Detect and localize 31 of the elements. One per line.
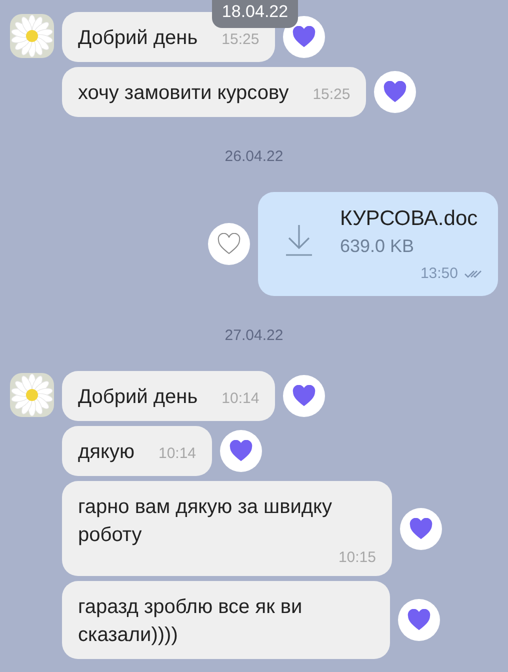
like-button[interactable]	[400, 508, 442, 550]
message-time: 13:50	[420, 265, 458, 282]
heart-icon	[407, 609, 431, 631]
message-time: 10:14	[222, 390, 260, 407]
heart-icon	[217, 233, 241, 255]
like-button[interactable]	[398, 599, 440, 641]
message-time: 15:25	[222, 31, 260, 48]
download-icon[interactable]	[284, 223, 314, 257]
message-time: 10:14	[158, 445, 196, 462]
message-time: 15:25	[312, 86, 350, 103]
like-button[interactable]	[283, 375, 326, 417]
heart-icon	[383, 81, 408, 103]
message-text: Добрий день	[78, 26, 198, 51]
like-button[interactable]	[208, 223, 250, 265]
date-label: 18.04.22	[212, 0, 298, 28]
file-size: 639.0 KB	[340, 236, 416, 257]
message-text: дякую	[78, 440, 134, 465]
heart-icon	[292, 26, 316, 48]
date-label: 26.04.22	[224, 148, 284, 165]
like-button[interactable]	[220, 430, 262, 472]
file-name: КУРСОВА.doc	[340, 206, 479, 232]
message-text: Добрий день	[78, 385, 198, 410]
heart-icon	[292, 385, 316, 407]
message-text: хочу замовити курсову	[78, 81, 289, 106]
heart-icon	[229, 440, 254, 462]
message-time: 10:15	[338, 549, 376, 566]
message-text: гаразд зроблю все як ви сказали))))	[78, 595, 304, 648]
date-label: 27.04.22	[224, 327, 284, 344]
message-text: гарно вам дякую за швидку роботу	[78, 495, 334, 548]
like-button[interactable]	[374, 71, 416, 113]
heart-icon	[409, 518, 433, 540]
